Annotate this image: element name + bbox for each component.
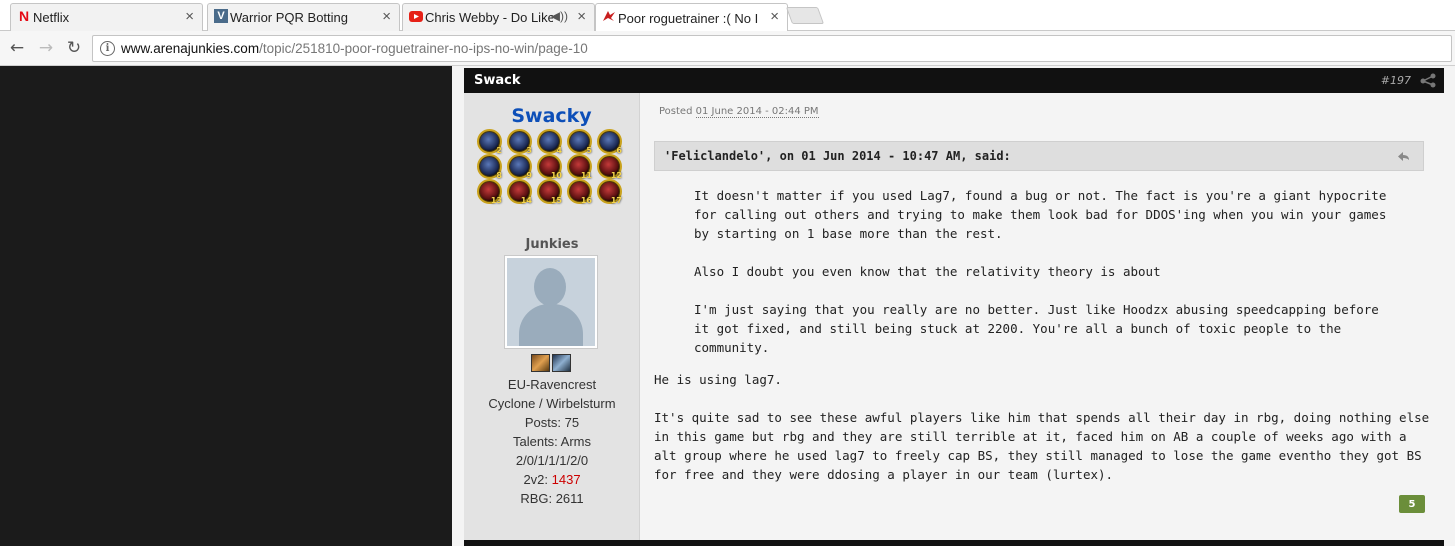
arenajunkies-icon bbox=[602, 9, 616, 23]
post-header-bar: Swack #197 bbox=[464, 68, 1444, 93]
user-group: Junkies bbox=[525, 237, 579, 252]
post-footer-bar bbox=[464, 540, 1444, 546]
badge-icon: 16 bbox=[567, 179, 592, 205]
post-count: Posts: 75 bbox=[524, 415, 580, 430]
author-panel: Swacky 2 3 4 5 6 8 9 10 11 12 13 14 15 1… bbox=[464, 93, 640, 546]
tab-poor-roguetrainer[interactable]: Poor roguetrainer :( No I × bbox=[595, 3, 788, 32]
post-number[interactable]: #197 bbox=[1381, 74, 1411, 87]
netflix-icon: N bbox=[18, 8, 30, 24]
close-icon[interactable]: × bbox=[185, 8, 194, 25]
url-host: www.arenajunkies.com bbox=[121, 41, 260, 56]
badge-icon: 5 bbox=[567, 129, 592, 155]
close-icon[interactable]: × bbox=[577, 8, 586, 25]
quote-body: It doesn't matter if you used Lag7, foun… bbox=[694, 186, 1394, 376]
rating-value: 1437 bbox=[551, 472, 581, 487]
share-icon[interactable] bbox=[1420, 73, 1436, 88]
talents: Talents: Arms bbox=[512, 434, 592, 449]
post-author-link[interactable]: Swack bbox=[474, 73, 521, 88]
reply-paragraph: He is using lag7. bbox=[654, 372, 782, 387]
badge-icon: 12 bbox=[597, 154, 622, 180]
tab-title: Chris Webby - Do Like bbox=[425, 10, 553, 25]
posted-label: Posted bbox=[659, 106, 693, 117]
badge-icon: 9 bbox=[507, 154, 532, 180]
quote-paragraph: I'm just saying that you really are no b… bbox=[694, 302, 1379, 355]
close-icon[interactable]: × bbox=[770, 8, 779, 25]
tab-netflix[interactable]: N Netflix × bbox=[10, 3, 203, 31]
avatar[interactable] bbox=[504, 255, 598, 349]
badge-icon: 10 bbox=[537, 154, 562, 180]
achievement-badges: 2 3 4 5 6 8 9 10 11 12 13 14 15 16 17 bbox=[477, 129, 627, 205]
badge-icon: 14 bbox=[507, 179, 532, 205]
info-icon[interactable]: i bbox=[100, 41, 115, 56]
quote-link-icon[interactable] bbox=[1397, 151, 1411, 162]
url-path: /topic/251810-poor-roguetrainer-no-ips-n… bbox=[259, 41, 588, 56]
character-icons bbox=[531, 354, 571, 372]
quote-header: 'Feliclandelo', on 01 Jun 2014 - 10:47 A… bbox=[654, 141, 1424, 171]
youtube-icon bbox=[409, 9, 423, 23]
reply-body: He is using lag7. It's quite sad to see … bbox=[654, 370, 1434, 503]
quote-paragraph: Also I doubt you even know that the rela… bbox=[694, 264, 1161, 279]
tab-warrior-pqr[interactable]: V Warrior PQR Botting × bbox=[207, 3, 400, 31]
author-name[interactable]: Swacky bbox=[464, 105, 639, 127]
badge-icon: 2 bbox=[477, 129, 502, 155]
new-tab-button[interactable] bbox=[785, 7, 825, 24]
rating-2v2: 2v2: 1437 bbox=[523, 472, 581, 487]
tab-strip: N Netflix × V Warrior PQR Botting × Chri… bbox=[0, 0, 1455, 32]
speaker-icon[interactable]: ◀)) bbox=[551, 9, 568, 23]
browser-toolbar: ← → ↻ i www.arenajunkies.com/topic/25181… bbox=[0, 31, 1455, 66]
back-arrow-icon[interactable]: ← bbox=[6, 37, 28, 59]
close-icon[interactable]: × bbox=[382, 8, 391, 25]
default-avatar-icon bbox=[507, 258, 595, 346]
badge-icon: 8 bbox=[477, 154, 502, 180]
address-bar[interactable]: i www.arenajunkies.com/topic/251810-poor… bbox=[92, 35, 1452, 62]
post-content: Posted 01 June 2014 - 02:44 PM 'Feliclan… bbox=[654, 106, 1434, 482]
race-icon bbox=[531, 354, 550, 372]
battlegroup: Cyclone / Wirbelsturm bbox=[488, 396, 616, 411]
quote-citation: 'Feliclandelo', on 01 Jun 2014 - 10:47 A… bbox=[664, 149, 1011, 163]
tab-title: Netflix bbox=[33, 10, 70, 25]
forum-icon: V bbox=[214, 9, 228, 23]
reply-paragraph: It's quite sad to see these awful player… bbox=[654, 410, 1430, 482]
author-stats: EU-Ravencrest Cyclone / Wirbelsturm Post… bbox=[464, 375, 640, 508]
badge-icon: 11 bbox=[567, 154, 592, 180]
badge-icon: 15 bbox=[537, 179, 562, 205]
talent-spec: 2/0/1/1/1/2/0 bbox=[515, 453, 589, 468]
class-warrior-icon bbox=[552, 354, 571, 372]
forward-arrow-icon[interactable]: → bbox=[35, 37, 57, 59]
tab-title: Poor roguetrainer :( No I bbox=[618, 10, 758, 26]
badge-icon: 13 bbox=[477, 179, 502, 205]
tab-title: Warrior PQR Botting bbox=[230, 10, 348, 25]
quote-paragraph: It doesn't matter if you used Lag7, foun… bbox=[694, 188, 1387, 241]
badge-icon: 17 bbox=[597, 179, 622, 205]
badge-icon: 6 bbox=[597, 129, 622, 155]
page-background: Swack #197 Swacky 2 3 4 5 6 8 9 10 11 12… bbox=[0, 66, 1455, 546]
badge-icon: 3 bbox=[507, 129, 532, 155]
tab-chris-webby[interactable]: Chris Webby - Do Like ◀)) × bbox=[402, 3, 595, 31]
realm: EU-Ravencrest bbox=[507, 377, 597, 392]
post-date-line: Posted 01 June 2014 - 02:44 PM bbox=[654, 106, 1434, 118]
rating-rbg: RBG: 2611 bbox=[520, 491, 584, 506]
forum-post: Swack #197 Swacky 2 3 4 5 6 8 9 10 11 12… bbox=[452, 66, 1455, 546]
post-date[interactable]: 01 June 2014 - 02:44 PM bbox=[695, 106, 819, 118]
reload-icon[interactable]: ↻ bbox=[63, 37, 85, 59]
badge-icon: 4 bbox=[537, 129, 562, 155]
reputation-badge[interactable]: 5 bbox=[1399, 495, 1425, 513]
